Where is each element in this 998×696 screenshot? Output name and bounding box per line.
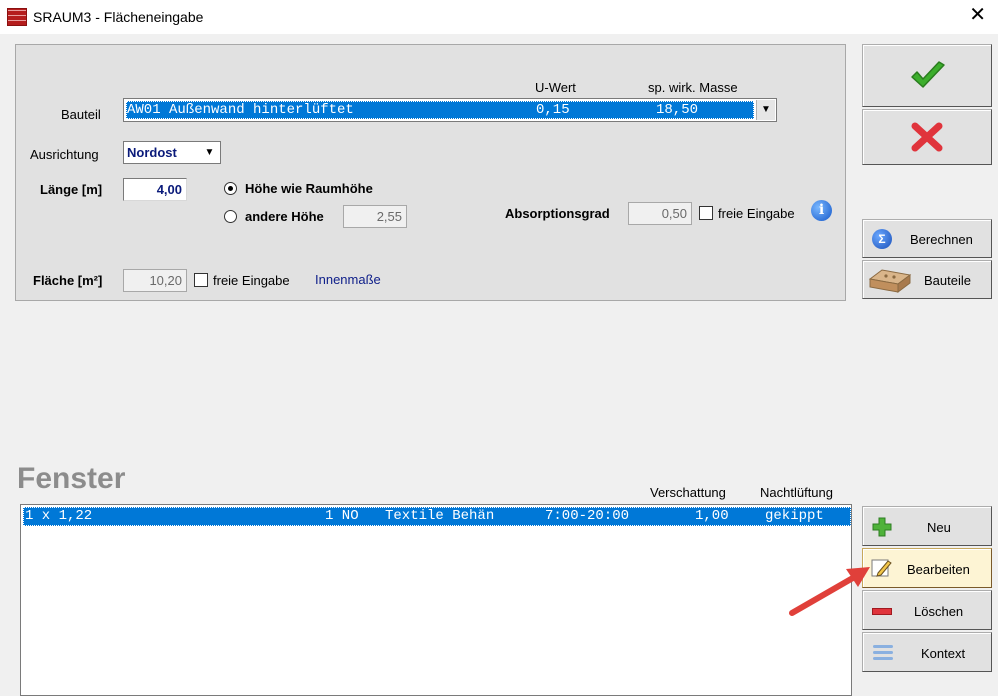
nachtlueftung-header: Nachtlüftung <box>760 485 833 500</box>
bearbeiten-button[interactable]: Bearbeiten <box>862 548 992 588</box>
neu-button[interactable]: Neu <box>862 506 992 546</box>
app-icon <box>7 8 27 26</box>
bauteil-selected-item: AW01 Außenwand hinterlüftet 0,15 18,50 <box>126 101 754 119</box>
chevron-down-icon[interactable]: ▼ <box>756 100 775 120</box>
hoehe-raumhoehe-label: Höhe wie Raumhöhe <box>245 181 373 196</box>
window-title: SRAUM3 - Flächeneingabe <box>33 9 204 25</box>
fenster-verschattung: 1,00 <box>695 508 729 524</box>
kontext-button[interactable]: Kontext <box>862 632 992 672</box>
ok-button[interactable] <box>862 44 992 107</box>
bearbeiten-label: Bearbeiten <box>907 562 970 577</box>
flaeche-label: Fläche [m²] <box>33 273 103 288</box>
plus-icon <box>872 517 892 537</box>
bauteile-button[interactable]: Bauteile <box>862 260 992 299</box>
fenster-list[interactable]: 1 x 1,22 1 NO Textile Behän 7:00-20:00 1… <box>20 504 852 696</box>
loeschen-label: Löschen <box>914 604 964 619</box>
fenster-size: 1 x 1,22 <box>25 508 93 524</box>
chevron-down-icon[interactable]: ▼ <box>200 143 219 162</box>
kontext-label: Kontext <box>921 646 966 661</box>
loeschen-button[interactable]: Löschen <box>862 590 992 630</box>
checkmark-icon <box>911 61 945 88</box>
andere-hoehe-input[interactable]: 2,55 <box>343 205 407 228</box>
info-icon[interactable]: i <box>811 200 832 221</box>
fenster-shading: Textile Behän <box>385 508 495 524</box>
hoehe-andere-label: andere Höhe <box>245 209 324 224</box>
annotation-arrow-icon <box>789 567 870 616</box>
bauteil-masse: 18,50 <box>656 102 699 118</box>
fenster-count-orientation: 1 NO <box>325 508 359 524</box>
brick-icon <box>868 269 912 293</box>
neu-label: Neu <box>927 520 951 535</box>
bauteil-dropdown[interactable]: AW01 Außenwand hinterlüftet 0,15 18,50 ▼ <box>123 98 777 122</box>
masse-header: sp. wirk. Masse <box>648 80 738 95</box>
absorption-freie-eingabe-label: freie Eingabe <box>718 206 795 221</box>
cross-icon <box>911 122 943 152</box>
bauteil-name: AW01 Außenwand hinterlüftet <box>127 102 354 118</box>
bauteil-label: Bauteil <box>61 107 101 122</box>
verschattung-header: Verschattung <box>650 485 726 500</box>
close-icon[interactable]: ✕ <box>969 5 986 25</box>
list-item[interactable]: 1 x 1,22 1 NO Textile Behän 7:00-20:00 1… <box>23 507 851 526</box>
innenmasse-link[interactable]: Innenmaße <box>315 272 381 287</box>
hoehe-raumhoehe-radio[interactable] <box>224 182 237 195</box>
fenster-title: Fenster <box>17 462 126 495</box>
ausrichtung-dropdown[interactable]: Nordost ▼ <box>123 141 221 164</box>
uwert-header: U-Wert <box>535 80 576 95</box>
bauteil-uwert: 0,15 <box>536 102 570 118</box>
flaeche-freie-eingabe-checkbox[interactable] <box>194 273 208 287</box>
laenge-input[interactable]: 4,00 <box>123 178 187 201</box>
laenge-label: Länge [m] <box>40 182 103 197</box>
flaeche-freie-eingabe-label: freie Eingabe <box>213 273 290 288</box>
ausrichtung-label: Ausrichtung <box>30 147 99 162</box>
title-bar: SRAUM3 - Flächeneingabe ✕ <box>0 0 998 34</box>
bauteile-label: Bauteile <box>924 273 971 288</box>
absorption-freie-eingabe-checkbox[interactable] <box>699 206 713 220</box>
context-icon <box>873 645 893 660</box>
ausrichtung-value: Nordost <box>127 145 177 160</box>
absorption-label: Absorptionsgrad <box>505 206 610 221</box>
bauteil-panel: U-Wert sp. wirk. Masse Bauteil AW01 Auße… <box>15 44 846 301</box>
berechnen-button[interactable]: Σ Berechnen <box>862 219 992 258</box>
cancel-button[interactable] <box>862 109 992 165</box>
hoehe-andere-radio[interactable] <box>224 210 237 223</box>
absorption-input[interactable]: 0,50 <box>628 202 692 225</box>
sigma-icon: Σ <box>872 229 892 249</box>
fenster-nachtlueftung: gekippt <box>765 508 824 524</box>
flaeche-input[interactable]: 10,20 <box>123 269 187 292</box>
fenster-time: 7:00-20:00 <box>545 508 630 524</box>
berechnen-label: Berechnen <box>910 232 973 247</box>
